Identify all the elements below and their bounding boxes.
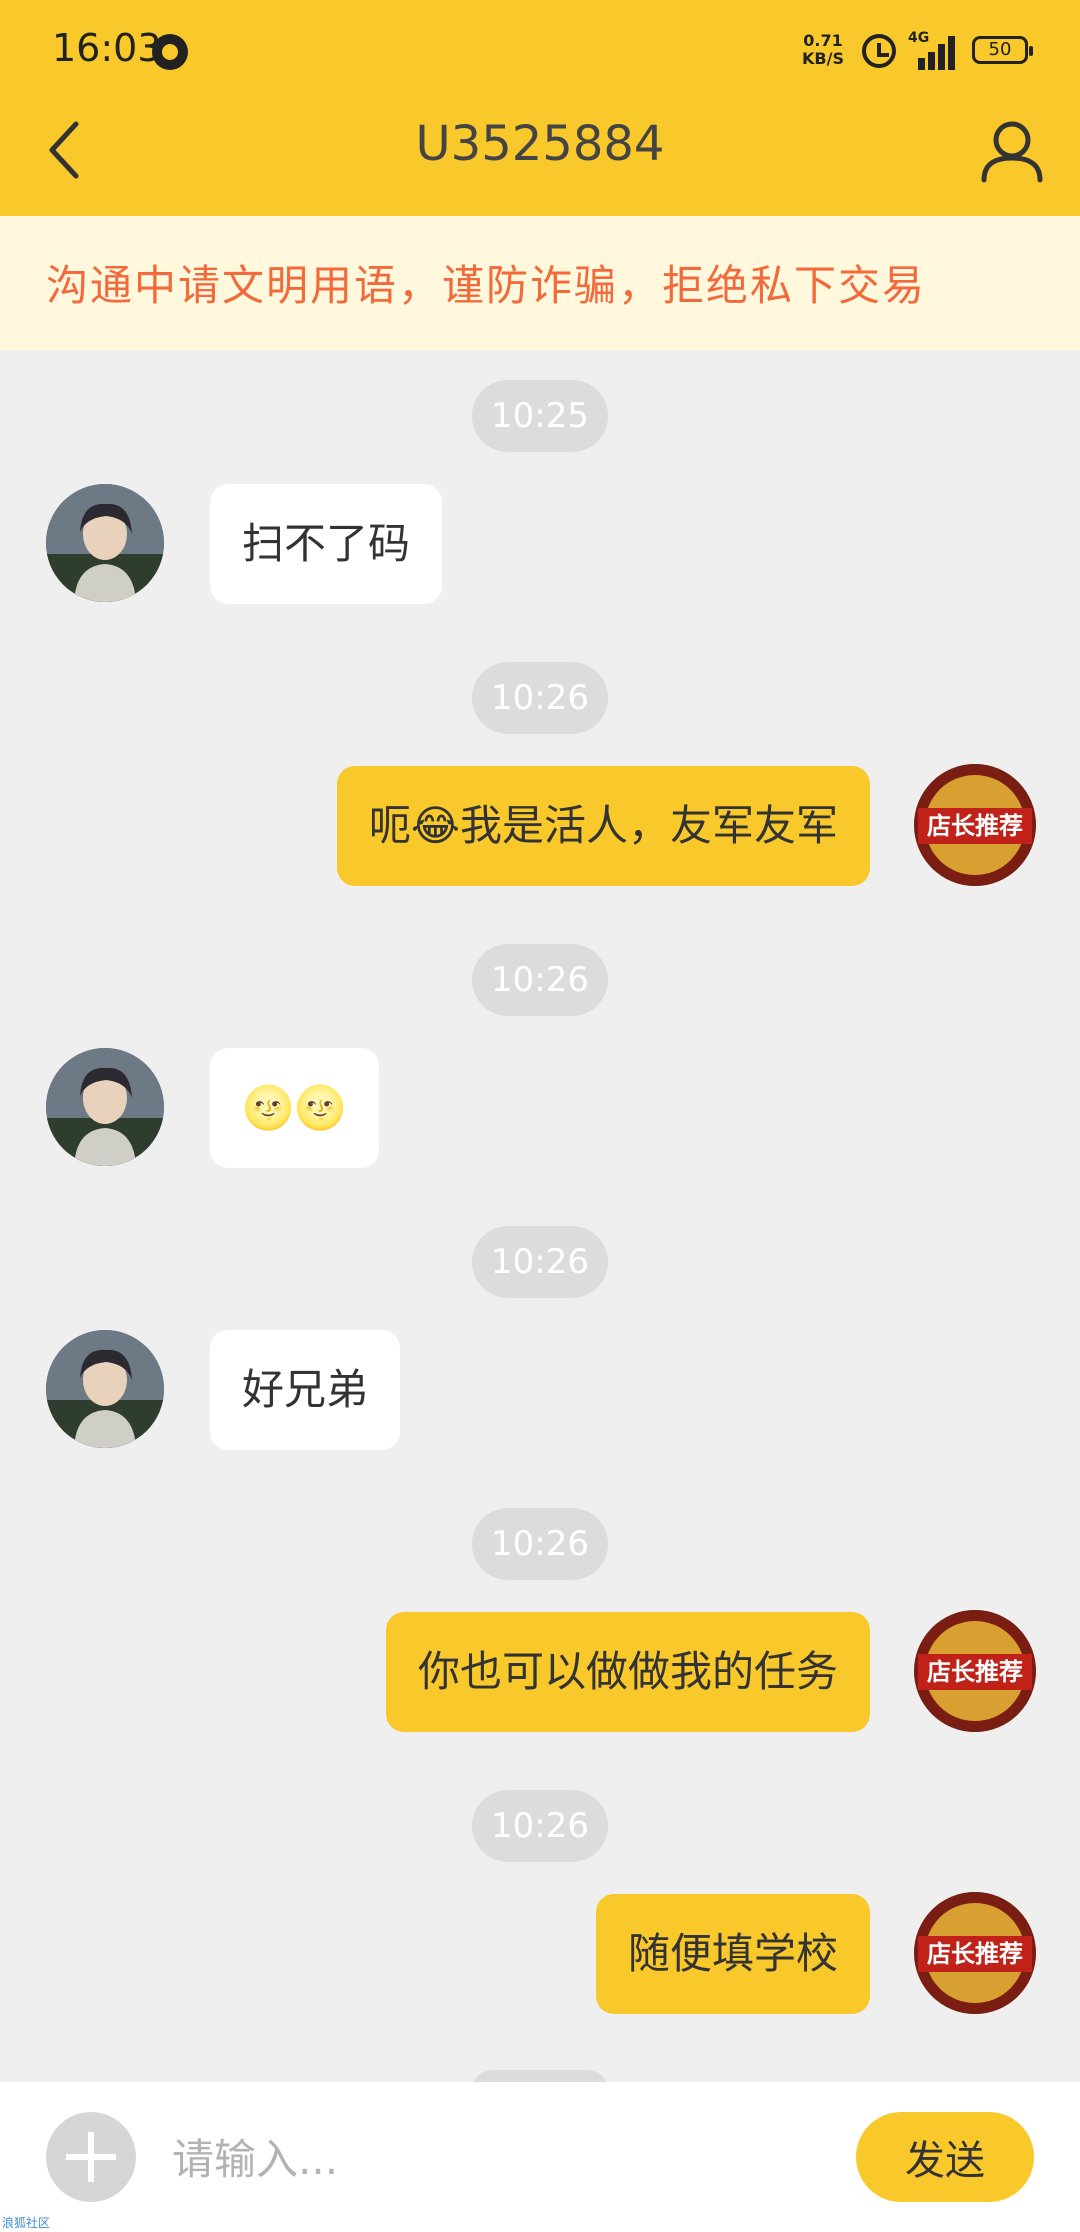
- status-bar: 16:03 0.71 KB/S 4G 50: [0, 0, 1080, 110]
- net-speed-unit: KB/S: [802, 49, 844, 68]
- safety-notice: 沟通中请文明用语，谨防诈骗，拒绝私下交易: [0, 216, 1080, 350]
- net-speed: 0.71 KB/S: [802, 32, 844, 68]
- net-speed-value: 0.71: [803, 31, 843, 50]
- svg-text:店长推荐: 店长推荐: [927, 1940, 1023, 1968]
- message-bubble-outgoing[interactable]: 随便填学校: [595, 1894, 870, 2014]
- timestamp: 10:26: [472, 1226, 608, 1298]
- notification-icon: [152, 34, 188, 70]
- contact-avatar[interactable]: [46, 484, 164, 602]
- plus-icon[interactable]: [46, 2112, 136, 2202]
- message-bubble-incoming[interactable]: 🌝🌝: [210, 1048, 379, 1168]
- my-avatar[interactable]: 店长推荐: [914, 1610, 1036, 1732]
- contact-avatar[interactable]: [46, 1048, 164, 1166]
- timestamp: 10:26: [472, 662, 608, 734]
- timestamp: 10:25: [472, 380, 608, 452]
- message-bubble-outgoing[interactable]: 呃😂我是活人，友军友军: [336, 766, 870, 886]
- signal-icon: [912, 32, 958, 70]
- message-bubble-outgoing[interactable]: 你也可以做做我的任务: [385, 1612, 870, 1732]
- message-input[interactable]: [170, 2120, 824, 2198]
- my-avatar[interactable]: 店长推荐: [914, 764, 1036, 886]
- battery-level: 50: [988, 39, 1012, 60]
- alarm-icon: [862, 34, 896, 68]
- send-button[interactable]: 发送: [856, 2112, 1034, 2202]
- message-bubble-incoming[interactable]: 好兄弟: [210, 1330, 401, 1450]
- timestamp: 10:26: [472, 944, 608, 1016]
- timestamp: 10:26: [472, 1790, 608, 1862]
- message-bubble-incoming[interactable]: 扫不了码: [210, 484, 443, 604]
- timestamp: 10:26: [472, 1508, 608, 1580]
- chat-title: U3525884: [415, 116, 665, 172]
- battery-icon: 50: [972, 36, 1033, 64]
- status-time: 16:03: [52, 26, 162, 70]
- my-avatar[interactable]: 店长推荐: [914, 1892, 1036, 2014]
- svg-text:店长推荐: 店长推荐: [927, 1658, 1023, 1686]
- svg-text:店长推荐: 店长推荐: [927, 812, 1023, 840]
- safety-notice-text: 沟通中请文明用语，谨防诈骗，拒绝私下交易: [46, 261, 927, 310]
- contact-avatar[interactable]: [46, 1330, 164, 1448]
- user-icon[interactable]: [980, 118, 1044, 184]
- watermark: 浪狐社区: [2, 2216, 51, 2230]
